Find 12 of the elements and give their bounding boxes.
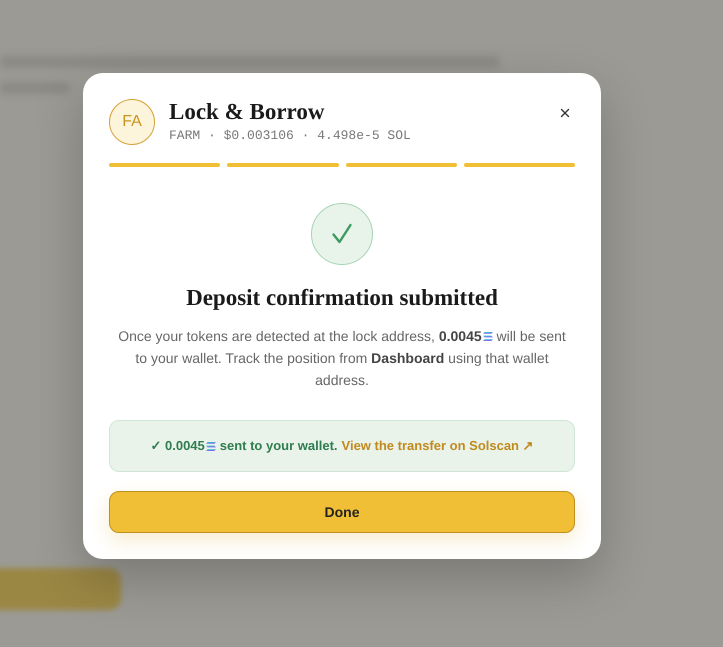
sent-message: sent to your wallet.: [220, 437, 338, 456]
confirmation-heading: Deposit confirmation submitted: [185, 284, 499, 312]
close-icon: [558, 106, 572, 120]
token-price: FARM · $0.003106 · 4.498e-5 SOL: [169, 127, 412, 145]
dialog-title: Lock & Borrow: [169, 99, 326, 125]
token-avatar: FA: [109, 99, 155, 145]
done-button[interactable]: Done: [109, 491, 575, 533]
sent-amount: ✓ 0.0045: [150, 437, 205, 456]
confirmation-message: Once your tokens are detected at the lock address, 0.0045 will be sent to your wallet. Track the position from Dashboard using that wallet address.: [117, 327, 567, 390]
success-check-icon: [311, 203, 373, 265]
solana-token-icon: [482, 332, 493, 341]
solana-token-icon: [206, 442, 216, 450]
